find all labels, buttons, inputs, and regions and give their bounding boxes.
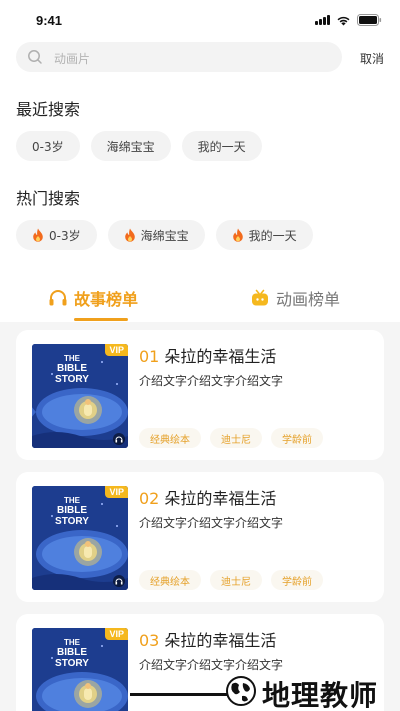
battery-icon (357, 14, 382, 26)
rank-number: 02 (139, 489, 160, 508)
active-tab-indicator (74, 318, 128, 321)
card-title: 01 朵拉的幸福生活 (139, 343, 276, 367)
cover-image: THE BIBLE STORY VIP (32, 628, 128, 711)
vip-badge: VIP (105, 344, 128, 356)
story-title: 朵拉的幸福生活 (164, 489, 277, 508)
status-icons (315, 14, 382, 26)
watermark-text: 地理教师 (262, 679, 379, 711)
tag-list: 经典绘本 迪士尼 学龄前 (139, 428, 323, 448)
chip-label: 我的一天 (197, 139, 246, 154)
tv-icon (250, 289, 270, 307)
search-input[interactable]: 动画片 (16, 42, 342, 72)
tag[interactable]: 学龄前 (271, 428, 323, 448)
cancel-button[interactable]: 取消 (360, 50, 384, 67)
search-placeholder: 动画片 (54, 52, 91, 66)
chip-label: 0-3岁 (49, 228, 81, 243)
cover-title: THE BIBLE STORY (55, 496, 89, 527)
rank-number: 03 (139, 631, 160, 650)
fire-icon (32, 228, 44, 242)
chip-label: 0-3岁 (32, 139, 64, 154)
tag-list: 经典绘本 迪士尼 学龄前 (139, 570, 323, 590)
cover-image: THE BIBLE STORY VIP (32, 486, 128, 590)
vip-badge: VIP (105, 486, 128, 498)
story-title: 朵拉的幸福生活 (164, 347, 277, 366)
chip-label: 海绵宝宝 (140, 228, 189, 243)
chip-label: 我的一天 (248, 228, 297, 243)
hot-search-chip[interactable]: 0-3岁 (16, 220, 97, 250)
tab-story-ranking[interactable]: 故事榜单 (48, 286, 138, 310)
globe-icon (224, 674, 258, 711)
recent-search-chip[interactable]: 我的一天 (181, 131, 262, 161)
wifi-icon (336, 15, 351, 26)
hot-search-list: 0-3岁 海绵宝宝 我的一天 (16, 220, 313, 250)
tag[interactable]: 迪士尼 (210, 428, 262, 448)
vip-badge: VIP (105, 628, 128, 640)
card-description: 介绍文字介绍文字介绍文字 (139, 658, 284, 672)
ranking-card[interactable]: THE BIBLE STORY VIP 01 朵拉的幸福生活 介绍文字介绍文字介… (16, 330, 384, 460)
card-title: 03 朵拉的幸福生活 (139, 627, 276, 651)
tag[interactable]: 经典绘本 (139, 570, 201, 590)
status-bar: 9:41 (0, 0, 400, 40)
recent-search-chip[interactable]: 0-3岁 (16, 131, 80, 161)
watermark: 地理教师 (130, 672, 400, 711)
card-title: 02 朵拉的幸福生活 (139, 485, 276, 509)
recent-search-title: 最近搜索 (16, 100, 81, 119)
cover-title: THE BIBLE STORY (55, 354, 89, 385)
recent-search-chip[interactable]: 海绵宝宝 (90, 131, 171, 161)
search-icon (27, 49, 43, 69)
hot-search-chip[interactable]: 海绵宝宝 (107, 220, 205, 250)
tab-label: 故事榜单 (74, 290, 139, 309)
tab-animation-ranking[interactable]: 动画榜单 (250, 286, 340, 310)
card-description: 介绍文字介绍文字介绍文字 (139, 374, 284, 388)
cover-title: THE BIBLE STORY (55, 638, 89, 669)
story-title: 朵拉的幸福生活 (164, 631, 277, 650)
hot-search-chip[interactable]: 我的一天 (215, 220, 313, 250)
hot-search-title: 热门搜索 (16, 189, 81, 208)
headphones-icon (113, 575, 125, 587)
headphones-icon (113, 433, 125, 445)
card-description: 介绍文字介绍文字介绍文字 (139, 516, 284, 530)
cover-image: THE BIBLE STORY VIP (32, 344, 128, 448)
tag[interactable]: 经典绘本 (139, 428, 201, 448)
tag[interactable]: 学龄前 (271, 570, 323, 590)
cellular-signal-icon (315, 15, 330, 25)
search-row: 动画片 取消 (16, 42, 384, 72)
tag[interactable]: 迪士尼 (210, 570, 262, 590)
recent-search-list: 0-3岁 海绵宝宝 我的一天 (16, 131, 262, 161)
chip-label: 海绵宝宝 (106, 139, 155, 154)
fire-icon (232, 228, 244, 242)
status-time: 9:41 (36, 13, 63, 28)
ranking-card[interactable]: THE BIBLE STORY VIP 02 朵拉的幸福生活 介绍文字介绍文字介… (16, 472, 384, 602)
fire-icon (124, 228, 136, 242)
ranking-tabs: 故事榜单 动画榜单 (0, 280, 400, 321)
ranking-list: THE BIBLE STORY VIP 01 朵拉的幸福生活 介绍文字介绍文字介… (0, 322, 400, 711)
rank-number: 01 (139, 347, 160, 366)
headphones-icon (48, 289, 68, 307)
tab-label: 动画榜单 (276, 290, 341, 309)
